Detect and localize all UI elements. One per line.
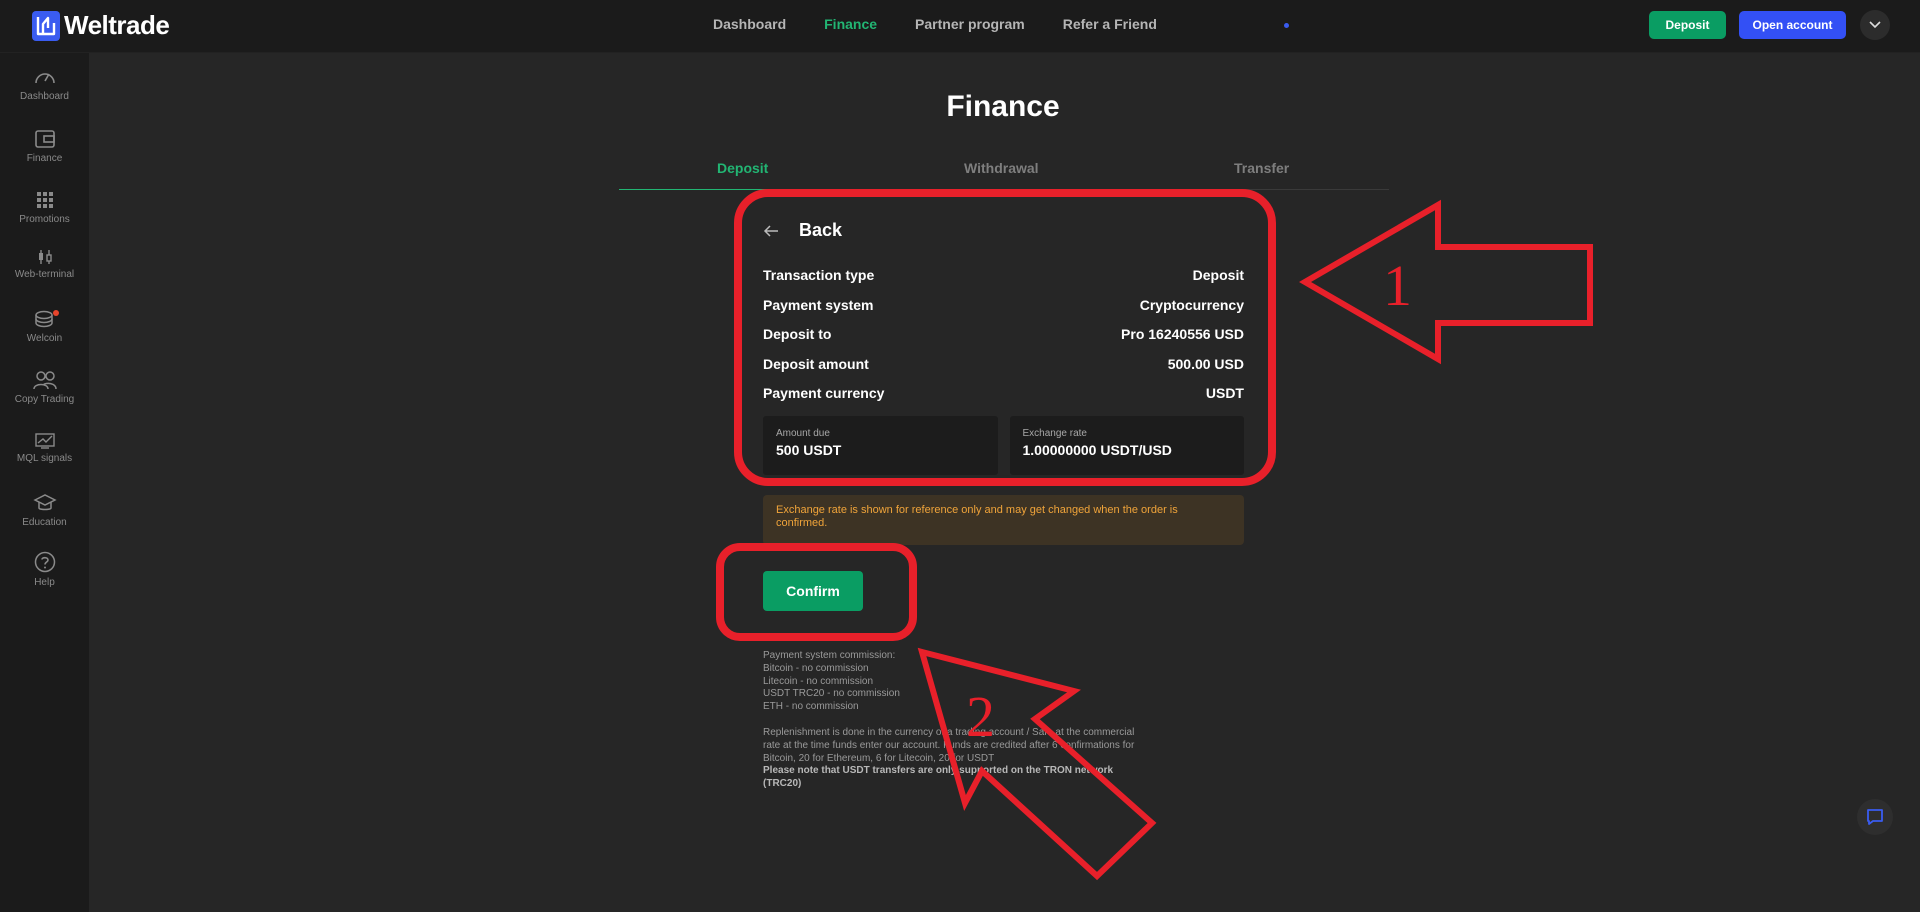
wallet-icon (34, 130, 55, 148)
profile-menu-button[interactable] (1860, 10, 1890, 40)
sidebar-item-label: Finance (26, 153, 63, 164)
annotation-label-1: 1 (1383, 253, 1412, 318)
tab-transfer[interactable]: Transfer (1234, 160, 1289, 176)
detail-label: Payment currency (763, 385, 885, 401)
note-line: ETH - no commission (763, 701, 859, 713)
brand-logo[interactable]: Weltrade (32, 10, 170, 41)
sidebar-item-label: Copy Trading (14, 394, 75, 405)
help-icon (34, 551, 55, 573)
sidebar-item-mql-signals[interactable]: MQL signals (0, 433, 89, 464)
sidebar-item-help[interactable]: Help (0, 551, 89, 588)
header-deposit-button[interactable]: Deposit (1649, 11, 1726, 39)
exchange-rate-warning: Exchange rate is shown for reference onl… (763, 495, 1244, 545)
sidebar-item-label: Help (34, 577, 55, 588)
detail-value: Cryptocurrency (1139, 296, 1244, 313)
graduation-cap-icon (32, 494, 57, 511)
chat-icon (1867, 809, 1883, 825)
nav-dashboard[interactable]: Dashboard (713, 16, 786, 32)
finance-tabs: Deposit Withdrawal Transfer (619, 160, 1389, 190)
users-icon (32, 371, 57, 390)
sidebar-item-education[interactable]: Education (0, 493, 89, 528)
brand-name: Weltrade (64, 10, 170, 40)
sidebar-item-promotions[interactable]: Promotions (0, 190, 89, 225)
note-line: USDT TRC20 - no commission (763, 688, 900, 700)
replenishment-note: Replenishment is done in the currency of… (763, 726, 1135, 764)
sidebar-item-web-terminal[interactable]: Web-terminal (0, 249, 89, 280)
arrow-left-icon (763, 224, 778, 237)
back-button[interactable]: Back (763, 220, 842, 241)
detail-row: Deposit to Pro 16240556 USD (763, 326, 1244, 356)
summary-boxes: Amount due 500 USDT Exchange rate 1.0000… (763, 416, 1244, 475)
speedometer-icon (34, 73, 55, 84)
detail-row: Payment system Cryptocurrency (763, 297, 1244, 327)
active-tab-indicator (619, 189, 876, 190)
back-label: Back (799, 220, 843, 240)
sidebar-item-label: Promotions (19, 214, 70, 225)
annotation-arrow-1 (1299, 199, 1593, 365)
top-bar: Weltrade Dashboard Finance Partner progr… (0, 0, 1920, 53)
note-line: Bitcoin - no commission (763, 662, 869, 674)
detail-label: Deposit amount (763, 355, 869, 372)
detail-label: Payment system (763, 296, 874, 313)
signal-chart-icon (34, 433, 55, 449)
sidebar-item-finance[interactable]: Finance (0, 129, 89, 164)
tab-deposit[interactable]: Deposit (717, 160, 768, 176)
tron-network-note: Please note that USDT transfers are only… (763, 765, 1114, 790)
commission-notes: Payment system commission: Bitcoin - no … (763, 650, 1143, 791)
tab-withdrawal[interactable]: Withdrawal (964, 160, 1039, 176)
open-account-button[interactable]: Open account (1739, 11, 1846, 39)
detail-row: Payment currency USDT (763, 385, 1244, 415)
exchange-rate-box: Exchange rate 1.00000000 USDT/USD (1009, 416, 1244, 475)
chat-button[interactable] (1857, 799, 1893, 835)
grid-icon (36, 192, 53, 208)
logo-icon (32, 10, 60, 41)
nav-partner-program[interactable]: Partner program (915, 16, 1025, 32)
nav-refer-a-friend[interactable]: Refer a Friend (1063, 16, 1157, 32)
nav-finance[interactable]: Finance (824, 16, 877, 32)
detail-value: Pro 16240556 USD (1121, 326, 1244, 342)
sidebar-item-label: MQL signals (16, 453, 73, 464)
detail-value: USDT (1205, 385, 1244, 401)
page-title: Finance (946, 90, 1060, 123)
detail-label: Transaction type (763, 267, 875, 283)
detail-label: Deposit to (763, 326, 832, 342)
main-nav: Dashboard Finance Partner program Refer … (713, 16, 1157, 32)
sidebar-item-label: Education (22, 517, 67, 528)
exchange-rate-label: Exchange rate (1022, 428, 1088, 439)
loading-dot (1284, 23, 1289, 28)
sidebar-item-label: Web-terminal (14, 269, 75, 280)
sidebar-item-copy-trading[interactable]: Copy Trading (0, 370, 89, 405)
transaction-details: Transaction type Deposit Payment system Cr… (763, 267, 1244, 415)
note-line: Payment system commission: (763, 650, 896, 661)
exchange-rate-value: 1.00000000 USDT/USD (1022, 442, 1172, 458)
sidebar: Dashboard Finance Promotions Web-termina… (0, 53, 89, 912)
detail-value: 500.00 USD (1167, 355, 1244, 372)
detail-row: Transaction type Deposit (763, 267, 1244, 297)
sidebar-item-label: Welcoin (26, 333, 63, 344)
confirm-button[interactable]: Confirm (763, 571, 863, 611)
amount-due-box: Amount due 500 USDT (763, 416, 998, 475)
detail-value: Deposit (1192, 267, 1244, 283)
detail-row: Deposit amount 500.00 USD (763, 356, 1244, 386)
sidebar-item-welcoin[interactable]: Welcoin (0, 309, 89, 344)
amount-due-value: 500 USDT (776, 442, 842, 458)
notification-badge (53, 310, 59, 316)
amount-due-label: Amount due (776, 428, 830, 439)
chevron-down-icon (1869, 21, 1881, 29)
candlestick-icon (38, 250, 52, 264)
note-line: Litecoin - no commission (763, 675, 874, 687)
